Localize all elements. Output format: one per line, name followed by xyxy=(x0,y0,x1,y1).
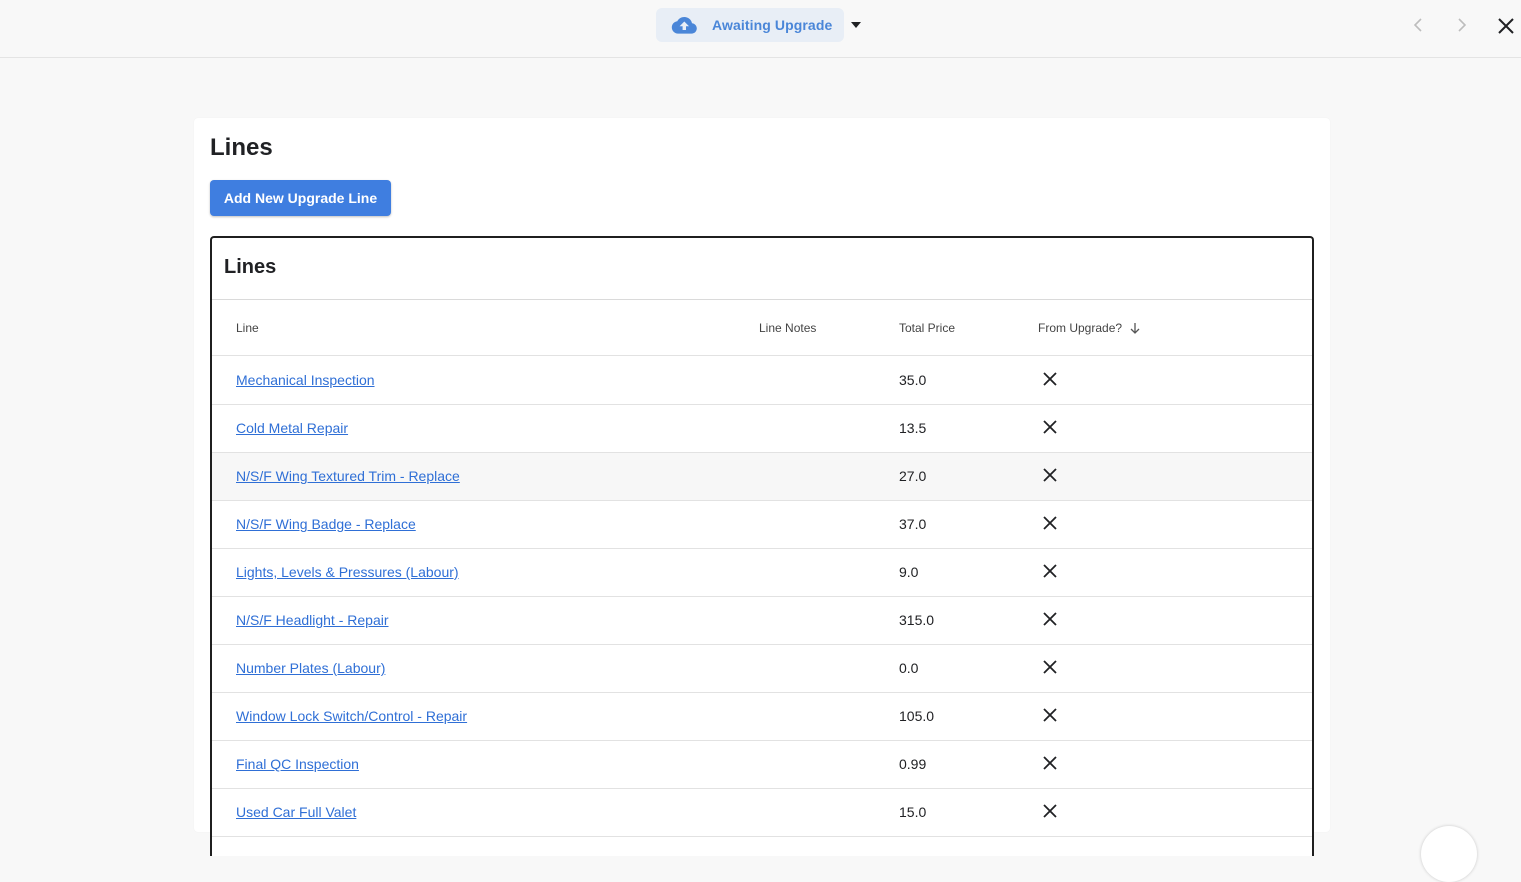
cross-icon xyxy=(1043,420,1057,434)
total-price-value: 13.5 xyxy=(899,420,927,436)
table-row[interactable]: N/S/F Wing Textured Trim - Replace 27.0 xyxy=(212,453,1312,501)
cloud-upload-icon xyxy=(671,17,697,34)
cross-icon xyxy=(1043,660,1057,674)
total-price-value: 15.0 xyxy=(899,804,927,820)
cross-icon xyxy=(1043,516,1057,530)
close-icon[interactable] xyxy=(1495,15,1517,37)
total-price-value: 105.0 xyxy=(899,708,935,724)
add-upgrade-line-button[interactable]: Add New Upgrade Line xyxy=(210,180,391,216)
total-price-value: 315.0 xyxy=(899,612,935,628)
cross-icon xyxy=(1043,804,1057,818)
chevron-left-icon[interactable] xyxy=(1407,14,1429,36)
lines-card: Lines Add New Upgrade Line Lines Line Li… xyxy=(194,118,1330,856)
table-row[interactable]: N/S/F Headlight - Repair 315.0 xyxy=(212,597,1312,645)
total-price-value: 9.0 xyxy=(899,564,919,580)
column-header-line-notes[interactable]: Line Notes xyxy=(759,321,816,335)
table-title: Lines xyxy=(224,256,277,278)
page-title: Lines xyxy=(210,134,273,161)
line-link[interactable]: Number Plates (Labour) xyxy=(236,660,385,676)
table-row[interactable]: Used Car Full Valet 15.0 xyxy=(212,789,1312,837)
sort-descending-icon[interactable] xyxy=(1129,322,1141,335)
line-link[interactable]: Mechanical Inspection xyxy=(236,372,375,388)
cross-icon xyxy=(1043,372,1057,386)
table-header: Line Line Notes Total Price From Upgrade… xyxy=(212,300,1312,356)
total-price-value: 27.0 xyxy=(899,468,927,484)
column-header-line[interactable]: Line xyxy=(236,321,259,335)
cross-icon xyxy=(1043,468,1057,482)
cross-icon xyxy=(1043,612,1057,626)
line-link[interactable]: N/S/F Headlight - Repair xyxy=(236,612,389,628)
line-link[interactable]: N/S/F Wing Textured Trim - Replace xyxy=(236,468,460,484)
chevron-right-icon[interactable] xyxy=(1451,14,1473,36)
column-header-from-upgrade[interactable]: From Upgrade? xyxy=(1038,321,1122,335)
cross-icon xyxy=(1043,756,1057,770)
table-row[interactable]: Mechanical Inspection 35.0 xyxy=(212,357,1312,405)
table-row[interactable]: Number Plates (Labour) 0.0 xyxy=(212,645,1312,693)
lines-table-panel: Lines Line Line Notes Total Price From U… xyxy=(210,236,1314,856)
line-link[interactable]: Window Lock Switch/Control - Repair xyxy=(236,708,467,724)
table-row[interactable]: Window Lock Switch/Control - Repair 105.0 xyxy=(212,693,1312,741)
caret-down-icon[interactable] xyxy=(850,21,862,29)
total-price-value: 0.0 xyxy=(899,660,919,676)
line-link[interactable]: Final QC Inspection xyxy=(236,756,359,772)
total-price-value: 37.0 xyxy=(899,516,927,532)
total-price-value: 0.99 xyxy=(899,756,927,772)
column-header-total-price[interactable]: Total Price xyxy=(899,321,955,335)
table-row[interactable]: Cold Metal Repair 13.5 xyxy=(212,405,1312,453)
total-price-value: 35.0 xyxy=(899,372,927,388)
table-row[interactable]: Final QC Inspection 0.99 xyxy=(212,741,1312,789)
line-link[interactable]: Used Car Full Valet xyxy=(236,804,356,820)
status-label: Awaiting Upgrade xyxy=(712,17,833,33)
line-link[interactable]: N/S/F Wing Badge - Replace xyxy=(236,516,416,532)
line-link[interactable]: Lights, Levels & Pressures (Labour) xyxy=(236,564,459,580)
line-link[interactable]: Cold Metal Repair xyxy=(236,420,348,436)
cross-icon xyxy=(1043,564,1057,578)
table-row[interactable]: N/S/F Wing Badge - Replace 37.0 xyxy=(212,501,1312,549)
cross-icon xyxy=(1043,708,1057,722)
status-chip[interactable]: Awaiting Upgrade xyxy=(656,8,844,42)
top-bar: Awaiting Upgrade xyxy=(0,0,1521,58)
table-body: Mechanical Inspection 35.0 Cold Metal Repa… xyxy=(212,357,1312,837)
floating-action-button[interactable] xyxy=(1421,826,1477,882)
table-row[interactable]: Lights, Levels & Pressures (Labour) 9.0 xyxy=(212,549,1312,597)
